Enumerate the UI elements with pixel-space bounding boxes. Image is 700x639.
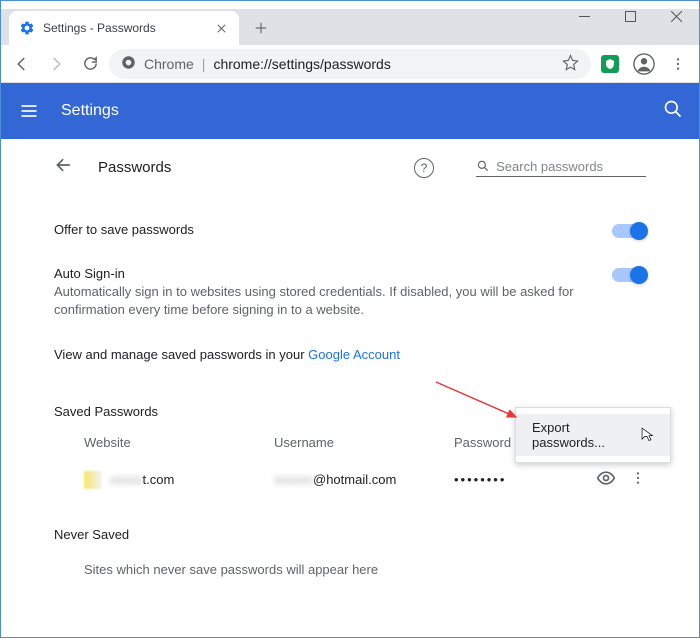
window-minimize-button[interactable] [561,1,607,31]
offer-save-toggle[interactable] [612,224,646,238]
row-more-icon[interactable] [630,470,646,489]
search-icon [476,158,490,174]
browser-tab[interactable]: Settings - Passwords [9,11,239,45]
window-maximize-button[interactable] [607,1,653,31]
page-title: Passwords [98,159,171,176]
forward-button[interactable] [41,49,71,79]
bookmark-star-icon[interactable] [562,54,579,74]
search-passwords-input[interactable] [496,159,646,174]
extension-button[interactable] [595,49,625,79]
browser-menu-button[interactable] [663,49,693,79]
username-suffix: @hotmail.com [313,472,396,487]
back-arrow-icon[interactable] [54,155,74,180]
settings-title: Settings [61,102,119,120]
col-username: Username [274,435,454,450]
hamburger-menu-icon[interactable] [17,99,41,123]
website-suffix: t.com [143,472,175,487]
never-saved-heading: Never Saved [54,527,646,542]
tab-close-icon[interactable] [213,20,229,36]
cursor-icon [640,426,654,444]
manage-text: View and manage saved passwords in your [54,347,308,362]
tab-title: Settings - Passwords [43,21,205,35]
shield-extension-icon [601,55,619,73]
chrome-page-icon [121,55,136,73]
search-icon[interactable] [663,99,683,124]
omnibox-scheme: Chrome [144,56,194,72]
auto-signin-desc: Automatically sign in to websites using … [54,283,612,319]
never-saved-empty: Sites which never save passwords will ap… [54,548,646,577]
back-button[interactable] [7,49,37,79]
username-redacted: xxxxxx [274,472,313,487]
password-row[interactable]: xxxxxt.com xxxxxx@hotmail.com •••••••• [54,460,646,499]
omnibox-divider: | [202,56,206,72]
auto-signin-toggle[interactable] [612,268,646,282]
offer-save-label: Offer to save passwords [54,222,612,237]
help-icon[interactable]: ? [414,158,434,178]
browser-toolbar: Chrome | chrome://settings/passwords [1,45,699,83]
profile-button[interactable] [629,49,659,79]
google-account-link[interactable]: Google Account [308,347,400,362]
new-tab-button[interactable] [247,14,275,42]
reload-button[interactable] [75,49,105,79]
omnibox-url: chrome://settings/passwords [213,56,390,72]
settings-header: Settings [1,83,699,139]
address-bar[interactable]: Chrome | chrome://settings/passwords [109,49,591,79]
show-password-icon[interactable] [596,468,616,491]
export-passwords-item[interactable]: Export passwords... [516,414,670,456]
export-passwords-label: Export passwords... [532,420,644,450]
site-favicon-icon [84,471,102,489]
window-close-button[interactable] [653,1,699,31]
context-menu: Export passwords... [515,407,671,463]
website-redacted: xxxxx [110,472,143,487]
settings-favicon-icon [19,20,35,36]
password-mask: •••••••• [454,472,596,487]
col-website: Website [84,435,274,450]
search-passwords-field[interactable] [476,158,646,177]
auto-signin-label: Auto Sign-in [54,266,612,281]
